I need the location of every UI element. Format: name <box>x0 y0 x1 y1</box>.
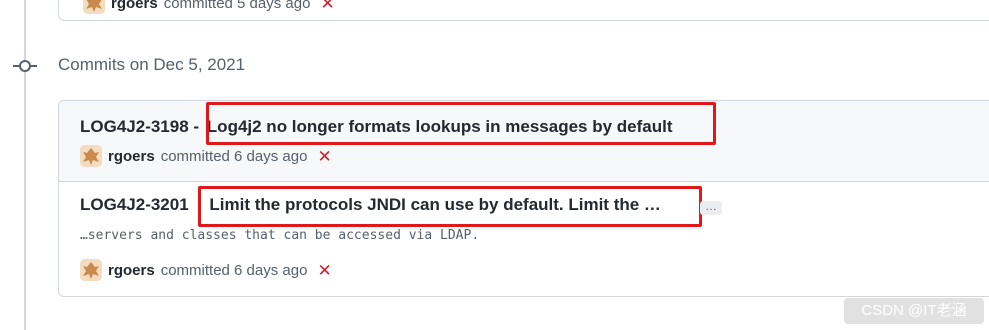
timeline-line <box>24 0 26 330</box>
x-icon[interactable]: ✕ <box>320 0 334 12</box>
expand-description-button[interactable]: … <box>700 200 722 215</box>
commit-time: committed 6 days ago <box>160 147 308 165</box>
x-icon[interactable]: ✕ <box>317 262 331 279</box>
git-commit-icon <box>13 60 37 72</box>
avatar[interactable] <box>83 0 105 14</box>
previous-commit-card: rgoers committed 5 days ago ✕ <box>58 0 989 21</box>
commit-id[interactable]: LOG4J2-3201 <box>80 195 189 214</box>
commit-meta: rgoers committed 6 days ago ✕ <box>80 259 332 281</box>
commit-meta: rgoers committed 6 days ago ✕ <box>80 145 332 167</box>
commit-author[interactable]: rgoers <box>111 0 158 12</box>
commit-description: …servers and classes that can be accesse… <box>80 228 480 243</box>
commit-id[interactable]: LOG4J2-3198 - <box>80 117 199 136</box>
highlight-box <box>198 186 702 227</box>
commit-group-title: Commits on Dec 5, 2021 <box>58 55 246 74</box>
commit-time: committed 5 days ago <box>163 0 311 12</box>
highlight-box <box>206 102 716 145</box>
commit-author[interactable]: rgoers <box>108 148 155 165</box>
commit-author[interactable]: rgoers <box>108 262 155 279</box>
watermark: CSDN @IT老涵 <box>844 298 984 324</box>
previous-commit-meta: rgoers committed 5 days ago ✕ <box>83 0 335 14</box>
avatar[interactable] <box>80 259 102 281</box>
x-icon[interactable]: ✕ <box>317 148 331 165</box>
commit-time: committed 6 days ago <box>160 261 308 279</box>
avatar[interactable] <box>80 145 102 167</box>
